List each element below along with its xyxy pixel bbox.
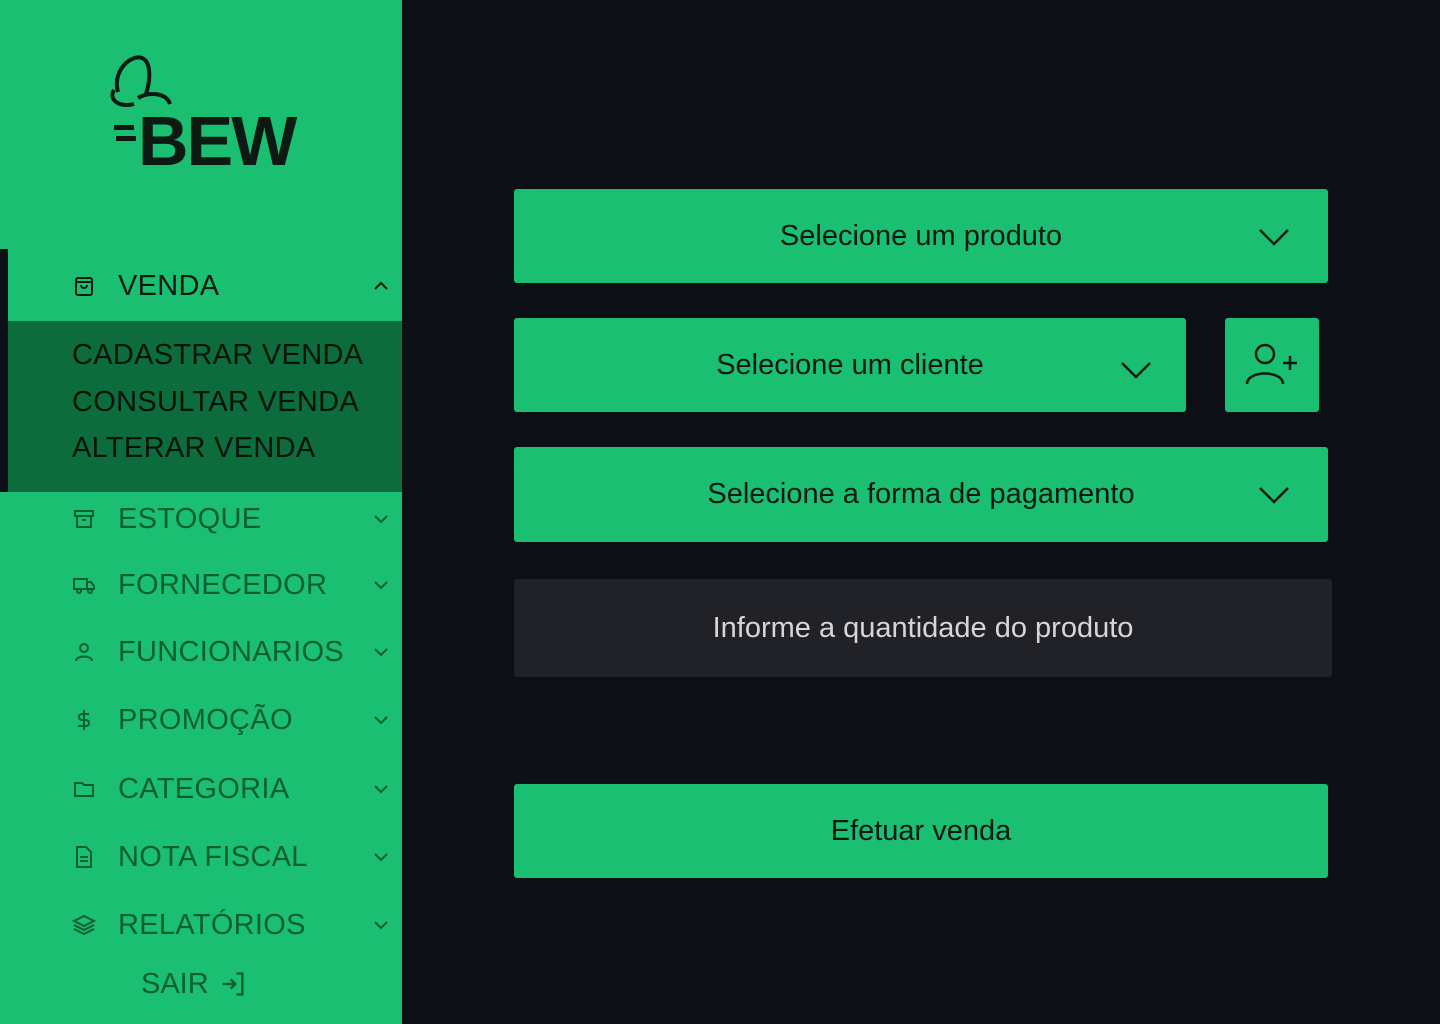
chevron-down-icon [1121,362,1151,379]
chevron-down-icon [1259,487,1289,504]
sidebar-item-label: ESTOQUE [118,502,262,535]
sidebar-item-venda[interactable]: VENDA [0,256,402,316]
chevron-down-icon [374,853,388,862]
chevron-down-icon [1259,229,1289,246]
logout-label: SAIR [141,967,209,1000]
layers-icon [72,914,96,936]
sidebar-item-label: FUNCIONARIOS [118,635,344,668]
submenu-item-alterar-venda[interactable]: ALTERAR VENDA [72,432,315,465]
sidebar-item-nota-fiscal[interactable]: NOTA FISCAL [0,827,402,887]
sidebar: BEW VENDA CADASTRAR VENDA CONSULTAR VEND… [0,0,402,1024]
payment-select-label: Selecione a forma de pagamento [707,478,1135,510]
chevron-down-icon [374,515,388,524]
logout-button[interactable]: SAIR [141,966,247,1002]
sidebar-item-label: VENDA [118,269,220,302]
sidebar-item-categoria[interactable]: CATEGORIA [0,759,402,819]
sidebar-item-estoque[interactable]: ESTOQUE [0,489,402,549]
sidebar-item-label: RELATÓRIOS [118,908,306,941]
document-icon [76,846,92,868]
product-select[interactable]: Selecione um produto [514,189,1328,283]
client-select[interactable]: Selecione um cliente [514,318,1186,412]
sidebar-item-label: PROMOÇÃO [118,703,293,736]
folder-icon [74,782,94,797]
submit-sale-label: Efetuar venda [830,814,1012,847]
brand-logo: BEW [108,52,297,177]
chevron-down-icon [374,648,388,657]
sidebar-item-relatorios[interactable]: RELATÓRIOS [0,895,402,955]
chevron-down-icon [374,716,388,725]
product-select-label: Selecione um produto [779,219,1063,252]
chevron-down-icon [374,921,388,930]
client-select-label: Selecione um cliente [716,348,984,381]
venda-submenu: CADASTRAR VENDA CONSULTAR VENDA ALTERAR … [8,321,402,492]
sidebar-item-fornecedor[interactable]: FORNECEDOR [0,555,402,615]
shopping-bag-icon [75,277,93,296]
submenu-item-consultar-venda[interactable]: CONSULTAR VENDA [72,386,359,419]
submit-sale-button[interactable]: Efetuar venda [514,784,1328,878]
payment-select[interactable]: Selecione a forma de pagamento [514,447,1328,542]
chevron-down-icon [374,581,388,590]
logout-icon [222,972,244,996]
sidebar-item-label: FORNECEDOR [118,568,328,601]
sidebar-item-promocao[interactable]: PROMOÇÃO [0,690,402,750]
brand-name: BEW [138,102,297,180]
chevron-up-icon [374,281,388,290]
add-client-button[interactable] [1225,318,1319,412]
dollar-icon [78,710,90,730]
quantity-input[interactable] [514,579,1332,677]
sidebar-item-label: CATEGORIA [118,772,290,805]
sidebar-item-label: NOTA FISCAL [118,840,308,873]
user-icon [75,643,93,662]
add-user-icon [1245,343,1297,385]
submenu-item-cadastrar-venda[interactable]: CADASTRAR VENDA [72,339,363,372]
chevron-down-icon [374,785,388,794]
archive-icon [74,510,94,528]
truck-icon [73,578,95,594]
sidebar-item-funcionarios[interactable]: FUNCIONARIOS [0,622,402,682]
